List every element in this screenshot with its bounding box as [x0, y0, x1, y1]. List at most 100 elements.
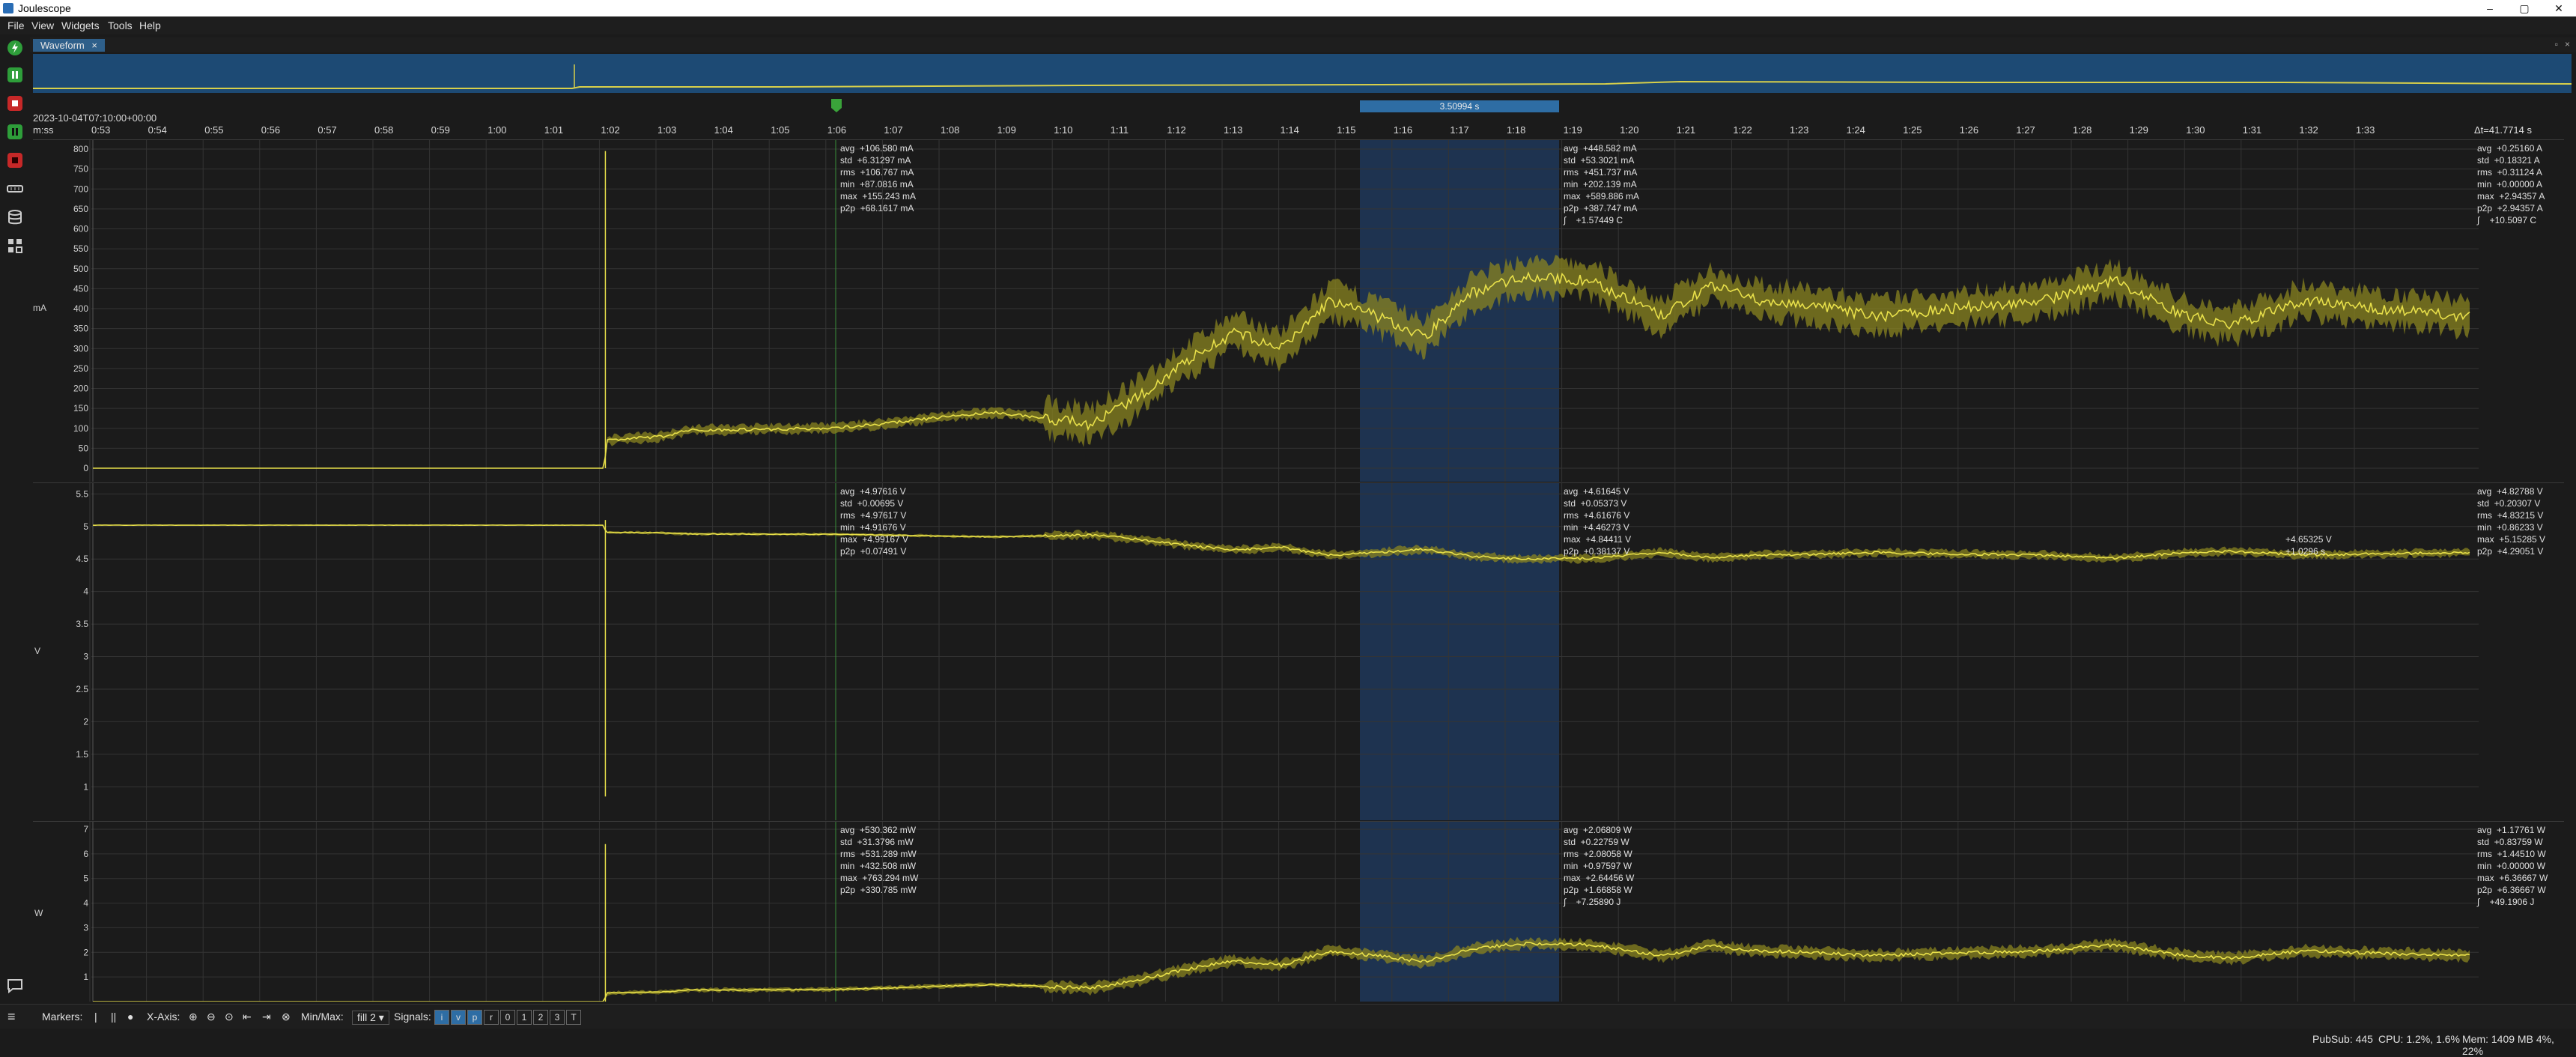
- zoom-fit-icon[interactable]: ⊗: [282, 1011, 291, 1023]
- x-tick-label: 1:29: [2129, 124, 2148, 136]
- x-tick-label: 1:33: [2356, 124, 2375, 136]
- device-icon[interactable]: [6, 180, 24, 198]
- current-plot[interactable]: 800 750 700 650 600 550 500 450 400 350 300 250 200 1…: [33, 139, 2564, 482]
- x-tick-label: 1:22: [1733, 124, 1752, 136]
- minimize-button[interactable]: –: [2473, 0, 2507, 16]
- record-icon[interactable]: [6, 151, 24, 169]
- tab-close-icon[interactable]: ×: [91, 40, 97, 51]
- stat-line: min +0.00000 W: [2477, 861, 2546, 871]
- x-tick-label: 1:30: [2186, 124, 2205, 136]
- y-tick-label: 1: [83, 781, 88, 792]
- close-dock-icon[interactable]: ×: [2565, 39, 2570, 49]
- x-tick-label: 1:01: [544, 124, 564, 136]
- signal-in3-button[interactable]: 3: [550, 1010, 565, 1025]
- signal-in2-button[interactable]: 2: [533, 1010, 548, 1025]
- selection-region[interactable]: [1360, 483, 1559, 820]
- clear-markers-icon[interactable]: ●: [127, 1011, 133, 1023]
- maximize-button[interactable]: ▢: [2507, 0, 2542, 16]
- stat-line: min +0.97597 W: [1564, 861, 1632, 871]
- stat-line: ∫ +49.1906 J: [2477, 897, 2535, 907]
- signal-range-button[interactable]: r: [484, 1010, 499, 1025]
- zoom-in-icon[interactable]: ⊕: [189, 1011, 198, 1023]
- y-tick-label: 5: [83, 521, 88, 532]
- y-tick-label: 800: [73, 144, 88, 154]
- x-tick-label: 1:26: [1959, 124, 1979, 136]
- x-tick-label: 0:54: [148, 124, 167, 136]
- stat-line: rms +451.737 mA: [1564, 167, 1638, 178]
- chat-icon[interactable]: [6, 977, 24, 995]
- selection-header[interactable]: 3.50994 s: [1360, 100, 1559, 112]
- stat-line: std +0.05373 V: [1564, 498, 1627, 509]
- single-marker-icon[interactable]: |: [94, 1011, 97, 1023]
- close-window-button[interactable]: ✕: [2542, 0, 2576, 16]
- tab-waveform-label: Waveform: [40, 40, 85, 51]
- stat-line: max +155.243 mA: [840, 191, 917, 202]
- current-unit-label: mA: [33, 303, 46, 313]
- overview-strip[interactable]: [33, 54, 2572, 93]
- signal-voltage-button[interactable]: v: [451, 1010, 466, 1025]
- x-tick-label: 1:16: [1393, 124, 1413, 136]
- stat-line: avg +106.580 mA: [840, 143, 914, 154]
- x-axis-unit-label: m:ss: [33, 124, 54, 136]
- y-tick-label: 5.5: [76, 488, 88, 499]
- menu-widgets[interactable]: Widgets: [61, 19, 100, 31]
- jump-end-icon[interactable]: ⇥: [262, 1011, 271, 1023]
- stat-line: max +2.94357 A: [2477, 191, 2545, 202]
- signal-trigger-button[interactable]: T: [566, 1010, 581, 1025]
- stat-line: p2p +0.07491 V: [840, 546, 907, 557]
- menu-file[interactable]: File: [7, 19, 25, 31]
- database-icon[interactable]: [6, 208, 24, 226]
- y-tick-label: 200: [73, 384, 88, 394]
- stop-icon[interactable]: [6, 94, 24, 112]
- minmax-value: fill 2: [357, 1011, 376, 1023]
- menu-hamburger-icon[interactable]: ≡: [7, 1009, 16, 1025]
- y-tick-label: 500: [73, 264, 88, 274]
- menu-view[interactable]: View: [31, 19, 54, 31]
- stat-line: max +2.64456 W: [1564, 873, 1635, 883]
- x-axis-label: X-Axis:: [147, 1011, 180, 1023]
- x-tick-label: 1:10: [1054, 124, 1073, 136]
- x-tick-label: 1:28: [2073, 124, 2092, 136]
- signals-label: Signals:: [394, 1011, 431, 1023]
- stat-line: rms +0.31124 A: [2477, 167, 2542, 178]
- power-plot[interactable]: 7 6 5 4 3 2 1: [33, 821, 2564, 1002]
- title-bar: Joulescope – ▢ ✕: [0, 0, 2576, 16]
- voltage-plot[interactable]: 5.5 5 4.5 4 3.5 3 2.5 2 1.5 1: [33, 482, 2564, 820]
- x-tick-label: 0:58: [374, 124, 394, 136]
- zoom-all-icon[interactable]: ⊙: [225, 1011, 234, 1023]
- minmax-select[interactable]: fill 2 ▾: [352, 1011, 389, 1025]
- tab-waveform[interactable]: Waveform ×: [33, 39, 105, 52]
- signal-current-button[interactable]: i: [434, 1010, 449, 1025]
- stat-line: ∫ +10.5097 C: [2477, 215, 2537, 225]
- power-icon[interactable]: [6, 39, 24, 57]
- stat-line: max +4.84411 V: [1564, 534, 1632, 545]
- voltage-plot-canvas[interactable]: 5.5 5 4.5 4 3.5 3 2.5 2 1.5 1: [33, 483, 2564, 820]
- y-tick-label: 3: [83, 922, 88, 933]
- jump-start-icon[interactable]: ⇤: [243, 1011, 252, 1023]
- cpu-status: CPU: 1.2%, 1.6%: [2378, 1033, 2460, 1045]
- waveform-envelope: [93, 254, 2470, 468]
- overview-trace: [33, 64, 2572, 89]
- power-plot-canvas[interactable]: 7 6 5 4 3 2 1: [33, 822, 2564, 1002]
- voltage-inline-value: +4.65325 V: [2285, 534, 2332, 545]
- stat-line: min +202.139 mA: [1564, 179, 1637, 190]
- selection-duration: 3.50994 s: [1439, 101, 1480, 112]
- selection-region[interactable]: [1360, 822, 1559, 1002]
- y-tick-label: 450: [73, 283, 88, 294]
- menu-help[interactable]: Help: [139, 19, 161, 31]
- signal-in1-button[interactable]: 1: [517, 1010, 532, 1025]
- x-tick-label: 1:20: [1620, 124, 1639, 136]
- menu-tools[interactable]: Tools: [108, 19, 133, 31]
- signal-power-button[interactable]: p: [467, 1010, 482, 1025]
- widgets-icon[interactable]: [6, 237, 24, 255]
- statistics-pause-icon[interactable]: [6, 123, 24, 141]
- y-tick-label: 4: [83, 898, 88, 909]
- signal-in0-button[interactable]: 0: [500, 1010, 515, 1025]
- pause-icon[interactable]: [6, 66, 24, 84]
- dual-marker-icon[interactable]: ||: [111, 1011, 116, 1023]
- single-marker-flag[interactable]: [831, 99, 842, 112]
- stat-line: min +0.00000 A: [2477, 179, 2543, 190]
- float-icon[interactable]: ▫: [2555, 39, 2558, 49]
- current-plot-canvas[interactable]: 8007507006506005505004504003503002502001…: [33, 140, 2564, 482]
- zoom-out-icon[interactable]: ⊖: [207, 1011, 216, 1023]
